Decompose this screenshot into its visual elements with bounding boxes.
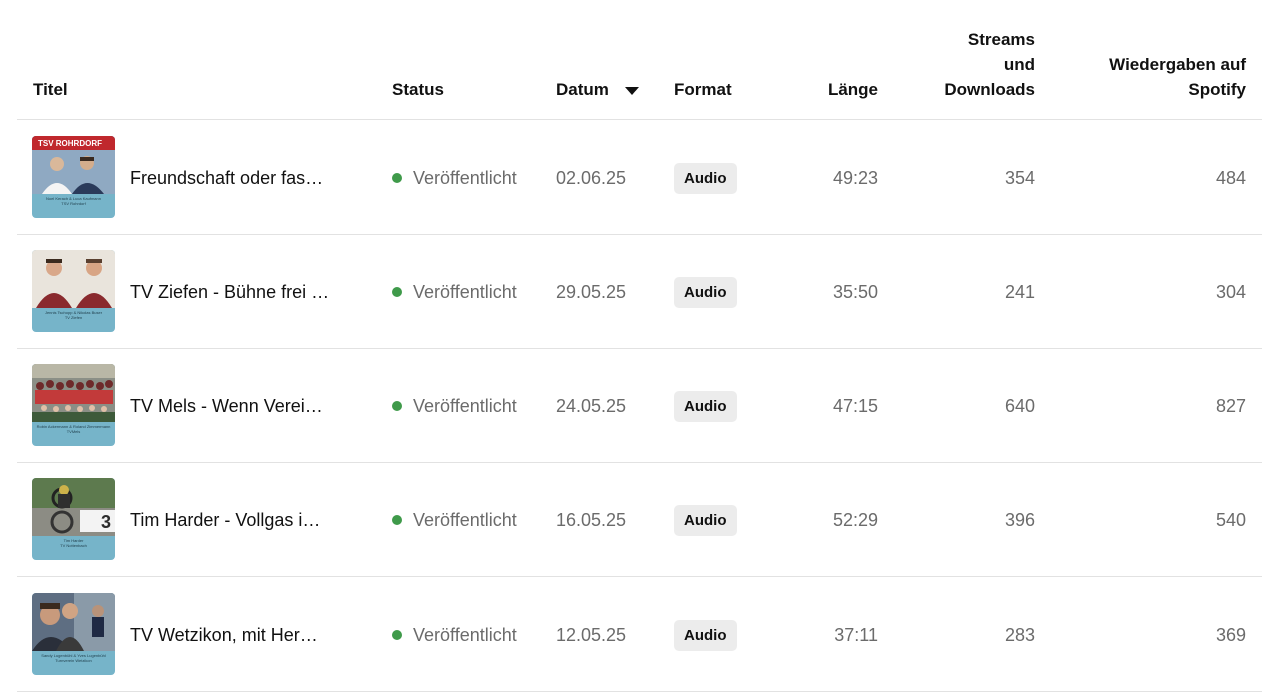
episode-streams: 640 xyxy=(1004,395,1035,416)
episode-date: 16.05.25 xyxy=(556,509,627,530)
status-dot-icon xyxy=(392,287,402,297)
table-row[interactable]: TSV ROHRDORF Noel Kerach & Luca Kaufmann… xyxy=(17,121,1262,235)
episode-photo: 3 xyxy=(32,478,115,536)
episode-photo: TSV ROHRDORF xyxy=(32,136,115,194)
episode-format: Audio xyxy=(674,463,737,577)
status-dot-icon xyxy=(392,630,402,640)
format-badge: Audio xyxy=(674,619,737,651)
thumb-caption: Robin Ackermann & Roland Zimmermann TVMe… xyxy=(36,424,111,434)
sort-desc-arrow-icon[interactable] xyxy=(624,86,639,95)
episode-status: Veröffentlicht xyxy=(392,463,517,577)
episode-spotify-plays: 827 xyxy=(1215,395,1246,416)
format-badge: Audio xyxy=(674,276,737,308)
episode-streams: 354 xyxy=(1004,167,1035,188)
episode-length: 35:50 xyxy=(832,281,878,302)
episodes-table: Titel Status Datum Format Länge Streams … xyxy=(17,0,1262,692)
episode-thumbnail: Sandy Lugenbühl & Yves Lugenbühl Turnver… xyxy=(32,593,115,675)
episode-status: Veröffentlicht xyxy=(392,349,517,463)
format-badge: Audio xyxy=(674,390,737,422)
episode-length: 47:15 xyxy=(832,395,878,416)
status-label: Veröffentlicht xyxy=(413,509,517,530)
episode-streams: 241 xyxy=(1004,281,1035,302)
status-label: Veröffentlicht xyxy=(413,395,517,416)
thumb-caption: Tim Harder TV Nottenbach xyxy=(60,538,87,548)
episode-thumbnail: Robin Ackermann & Roland Zimmermann TVMe… xyxy=(32,364,115,446)
episode-date: 24.05.25 xyxy=(556,395,627,416)
episode-spotify-plays: 484 xyxy=(1215,167,1246,188)
episode-status: Veröffentlicht xyxy=(392,235,517,349)
status-label: Veröffentlicht xyxy=(413,167,517,188)
episode-format: Audio xyxy=(674,235,737,349)
episode-spotify-plays: 369 xyxy=(1215,624,1246,645)
column-header-date[interactable]: Datum xyxy=(556,77,639,102)
episode-streams: 396 xyxy=(1004,509,1035,530)
column-header-length[interactable]: Länge xyxy=(828,77,878,102)
table-row[interactable]: Jennis Tschopp & Nikolas Buser TV Ziefen… xyxy=(17,235,1262,349)
column-header-date-label: Datum xyxy=(556,80,609,99)
episode-title[interactable]: TV Mels - Wenn Verei… xyxy=(130,349,330,463)
format-badge: Audio xyxy=(674,162,737,194)
thumb-caption: Jennis Tschopp & Nikolas Buser TV Ziefen xyxy=(44,310,103,320)
status-dot-icon xyxy=(392,515,402,525)
episode-date: 12.05.25 xyxy=(556,624,627,645)
episode-format: Audio xyxy=(674,121,737,235)
episode-status: Veröffentlicht xyxy=(392,121,517,235)
episode-thumbnail: 3 Tim Harder TV Nottenbach xyxy=(32,478,115,560)
episode-spotify-plays: 540 xyxy=(1215,509,1246,530)
table-row[interactable]: Sandy Lugenbühl & Yves Lugenbühl Turnver… xyxy=(17,578,1262,692)
column-header-title[interactable]: Titel xyxy=(33,77,68,102)
format-badge: Audio xyxy=(674,504,737,536)
column-header-status[interactable]: Status xyxy=(392,77,444,102)
episode-thumbnail: TSV ROHRDORF Noel Kerach & Luca Kaufmann… xyxy=(32,136,115,218)
episode-date: 29.05.25 xyxy=(556,281,627,302)
episode-title[interactable]: TV Ziefen - Bühne frei … xyxy=(130,235,330,349)
episode-streams: 283 xyxy=(1004,624,1035,645)
status-dot-icon xyxy=(392,401,402,411)
episode-title[interactable]: TV Wetzikon, mit Her… xyxy=(130,578,330,692)
episode-photo xyxy=(32,593,115,651)
episode-length: 37:11 xyxy=(834,624,878,645)
episode-thumbnail: Jennis Tschopp & Nikolas Buser TV Ziefen xyxy=(32,250,115,332)
table-header: Titel Status Datum Format Länge Streams … xyxy=(17,0,1262,120)
episode-format: Audio xyxy=(674,349,737,463)
table-row[interactable]: Robin Ackermann & Roland Zimmermann TVMe… xyxy=(17,349,1262,463)
thumb-overlay-number: 3 xyxy=(101,512,111,532)
column-header-spotify[interactable]: Wiedergaben auf Spotify xyxy=(1076,52,1246,102)
episode-format: Audio xyxy=(674,578,737,692)
column-header-streams[interactable]: Streams und Downloads xyxy=(895,27,1035,102)
episode-date: 02.06.25 xyxy=(556,167,627,188)
episode-length: 49:23 xyxy=(832,167,878,188)
episode-status: Veröffentlicht xyxy=(392,578,517,692)
thumb-caption: Sandy Lugenbühl & Yves Lugenbühl Turnver… xyxy=(41,653,106,663)
thumb-banner-text: TSV ROHRDORF xyxy=(38,139,102,148)
episode-photo xyxy=(32,364,115,422)
table-row[interactable]: 3 Tim Harder TV Nottenbach Tim Harder - … xyxy=(17,463,1262,577)
thumb-caption: Noel Kerach & Luca Kaufmann TSV Rohrdorf xyxy=(46,196,101,206)
episode-title[interactable]: Freundschaft oder fas… xyxy=(130,121,330,235)
episode-title[interactable]: Tim Harder - Vollgas i… xyxy=(130,463,330,577)
status-label: Veröffentlicht xyxy=(413,624,517,645)
status-label: Veröffentlicht xyxy=(413,281,517,302)
column-header-format[interactable]: Format xyxy=(674,77,732,102)
episode-spotify-plays: 304 xyxy=(1215,281,1246,302)
episode-photo xyxy=(32,250,115,308)
episode-length: 52:29 xyxy=(832,509,878,530)
status-dot-icon xyxy=(392,173,402,183)
